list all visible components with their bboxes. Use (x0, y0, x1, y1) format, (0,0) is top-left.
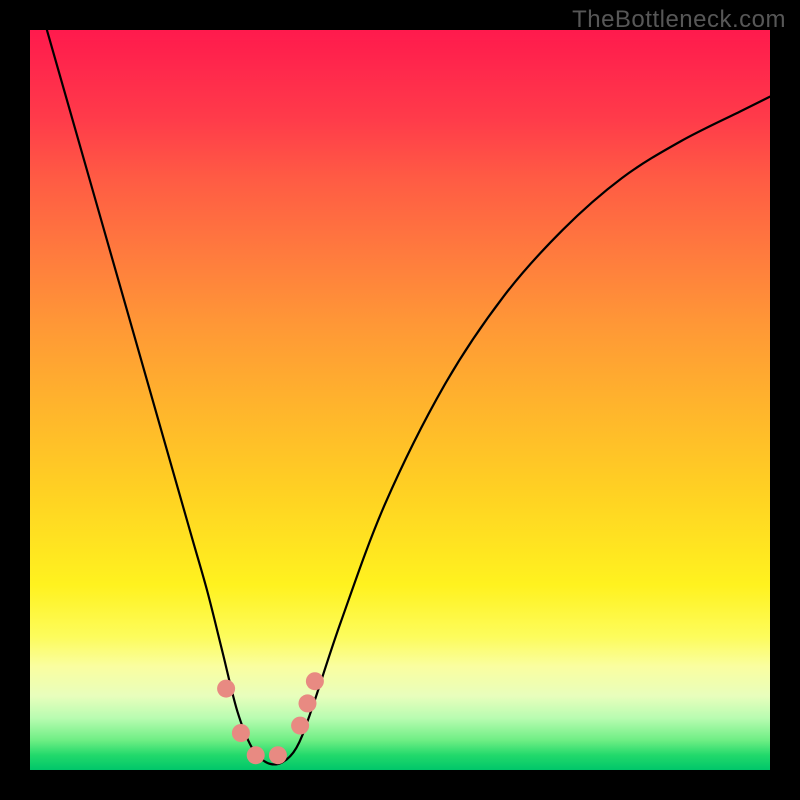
highlight-dot (299, 694, 317, 712)
highlight-dot (247, 746, 265, 764)
chart-container: TheBottleneck.com (0, 0, 800, 800)
chart-plot-area (30, 30, 770, 770)
highlight-dot (232, 724, 250, 742)
chart-svg (30, 30, 770, 770)
watermark-text: TheBottleneck.com (572, 6, 786, 34)
highlight-dot (269, 746, 287, 764)
highlight-dot (306, 672, 324, 690)
chart-curve (30, 30, 770, 764)
highlight-dot (217, 680, 235, 698)
highlight-dot (291, 717, 309, 735)
